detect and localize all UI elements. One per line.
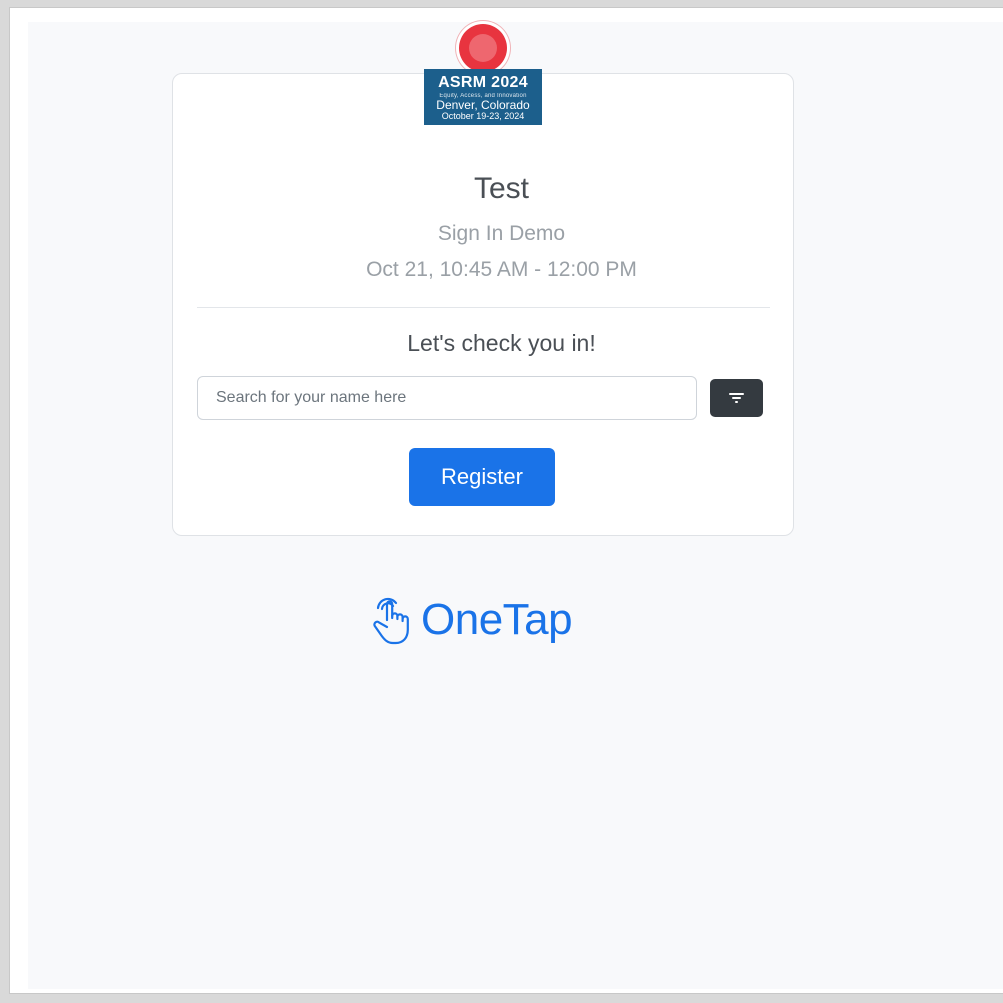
asrm-banner: ASRM 2024 Equity, Access, and Innovation… xyxy=(424,69,542,125)
divider xyxy=(197,307,770,308)
badge-title: ASRM 2024 xyxy=(438,74,528,91)
event-subtitle: Sign In Demo xyxy=(437,222,566,245)
register-button[interactable]: Register xyxy=(409,448,555,506)
tap-hand-icon xyxy=(373,597,409,645)
event-datetime: Oct 21, 10:45 AM - 12:00 PM xyxy=(366,258,637,281)
filter-button[interactable] xyxy=(710,379,763,417)
asrm-seal-icon xyxy=(459,24,507,72)
badge-dates: October 19-23, 2024 xyxy=(441,111,525,121)
badge-city: Denver, Colorado xyxy=(436,98,530,112)
brand-name: OneTap xyxy=(421,595,573,644)
search-input[interactable] xyxy=(197,376,697,420)
checkin-prompt: Let's check you in! xyxy=(407,330,596,356)
event-title: Test xyxy=(473,172,530,205)
asrm-2024-logo: ASRM 2024 Equity, Access, and Innovation… xyxy=(424,24,542,125)
onetap-logo: OneTap xyxy=(370,590,610,650)
